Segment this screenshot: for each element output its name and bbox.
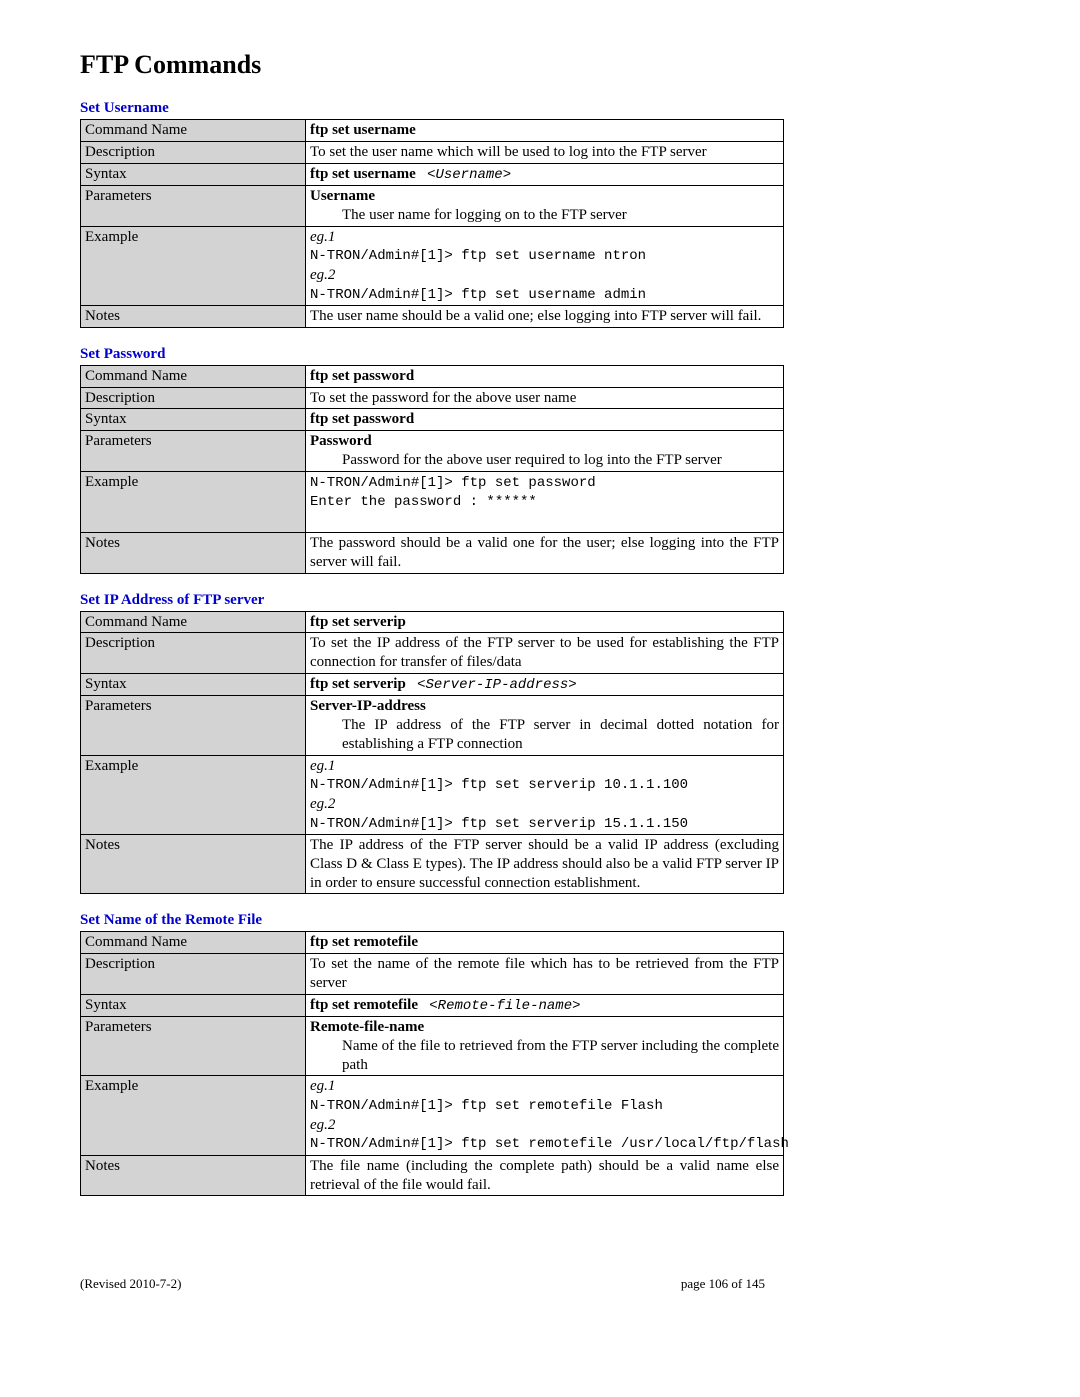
table-set-password: Command Name ftp set password Descriptio… [80,365,784,574]
syntax-cmd: ftp set username [310,166,416,182]
row-label: Example [81,226,306,306]
table-set-serverip: Command Name ftp set serverip Descriptio… [80,611,784,895]
eg-label: eg.2 [310,1117,335,1133]
row-label: Example [81,755,306,835]
eg-code: N-TRON/Admin#[1]> ftp set remotefile /us… [310,1136,789,1152]
row-label: Syntax [81,994,306,1017]
row-label: Syntax [81,409,306,431]
row-value: ftp set serverip <Server-IP-address> [306,673,784,696]
row-value: ftp set remotefile <Remote-file-name> [306,994,784,1017]
eg-code: N-TRON/Admin#[1]> ftp set username ntron [310,248,646,264]
row-label: Example [81,471,306,533]
row-value: The file name (including the complete pa… [306,1155,784,1196]
row-value: ftp set serverip [306,611,784,633]
eg-label: eg.1 [310,229,335,245]
param-desc: Name of the file to retrieved from the F… [342,1037,779,1075]
param-name: Username [310,188,375,204]
eg-label: eg.2 [310,267,335,283]
row-value: Password Password for the above user req… [306,431,784,472]
row-value: Remote-file-name Name of the file to ret… [306,1017,784,1076]
footer-page-number: page 106 of 145 [681,1276,765,1292]
page-footer: (Revised 2010-7-2) page 106 of 145 [80,1276,765,1292]
eg-label: eg.1 [310,1078,335,1094]
syntax-cmd: ftp set serverip [310,676,406,692]
row-value: eg.1 N-TRON/Admin#[1]> ftp set username … [306,226,784,306]
eg-label: eg.1 [310,758,335,774]
row-value: ftp set remotefile [306,932,784,954]
row-value: The IP address of the FTP server should … [306,835,784,894]
section-title-set-remotefile: Set Name of the Remote File [80,912,1000,929]
page-title: FTP Commands [80,50,1000,80]
syntax-arg: <Username> [427,167,511,183]
row-value: To set the password for the above user n… [306,387,784,409]
row-label: Command Name [81,932,306,954]
row-label: Notes [81,835,306,894]
eg-code: N-TRON/Admin#[1]> ftp set serverip 10.1.… [310,777,688,793]
row-value: Username The user name for logging on to… [306,186,784,227]
row-label: Command Name [81,365,306,387]
row-label: Notes [81,1155,306,1196]
row-label: Parameters [81,431,306,472]
row-label: Description [81,141,306,163]
row-label: Description [81,633,306,674]
syntax-arg: <Server-IP-address> [417,677,577,693]
eg-code: N-TRON/Admin#[1]> ftp set password Enter… [310,475,596,530]
syntax-arg: <Remote-file-name> [429,998,580,1014]
row-value: The password should be a valid one for t… [306,533,784,574]
footer-revised: (Revised 2010-7-2) [80,1276,181,1292]
row-label: Notes [81,533,306,574]
param-desc: Password for the above user required to … [342,451,779,470]
row-label: Syntax [81,673,306,696]
table-set-remotefile: Command Name ftp set remotefile Descript… [80,931,784,1196]
param-name: Password [310,433,372,449]
row-label: Example [81,1076,306,1156]
section-title-set-password: Set Password [80,346,1000,363]
param-name: Remote-file-name [310,1019,424,1035]
row-value: ftp set username [306,120,784,142]
eg-code: N-TRON/Admin#[1]> ftp set serverip 15.1.… [310,816,688,832]
row-value: N-TRON/Admin#[1]> ftp set password Enter… [306,471,784,533]
syntax-cmd: ftp set remotefile [310,997,418,1013]
row-label: Notes [81,306,306,328]
row-label: Parameters [81,696,306,755]
row-label: Command Name [81,120,306,142]
eg-label: eg.2 [310,796,335,812]
row-label: Parameters [81,186,306,227]
section-title-set-username: Set Username [80,100,1000,117]
row-label: Syntax [81,163,306,186]
row-label: Description [81,954,306,995]
row-value: Server-IP-address The IP address of the … [306,696,784,755]
table-set-username: Command Name ftp set username Descriptio… [80,119,784,328]
param-desc: The user name for logging on to the FTP … [342,206,779,225]
row-value: eg.1 N-TRON/Admin#[1]> ftp set serverip … [306,755,784,835]
row-label: Description [81,387,306,409]
eg-code: N-TRON/Admin#[1]> ftp set username admin [310,287,646,303]
row-value: To set the IP address of the FTP server … [306,633,784,674]
param-desc: The IP address of the FTP server in deci… [342,716,779,754]
row-label: Command Name [81,611,306,633]
eg-code: N-TRON/Admin#[1]> ftp set remotefile Fla… [310,1098,663,1114]
row-label: Parameters [81,1017,306,1076]
param-name: Server-IP-address [310,698,426,714]
row-value: eg.1 N-TRON/Admin#[1]> ftp set remotefil… [306,1076,784,1156]
row-value: To set the name of the remote file which… [306,954,784,995]
row-value: ftp set username <Username> [306,163,784,186]
row-value: The user name should be a valid one; els… [306,306,784,328]
row-value: ftp set password [306,409,784,431]
row-value: ftp set password [306,365,784,387]
row-value: To set the user name which will be used … [306,141,784,163]
section-title-set-serverip: Set IP Address of FTP server [80,592,1000,609]
